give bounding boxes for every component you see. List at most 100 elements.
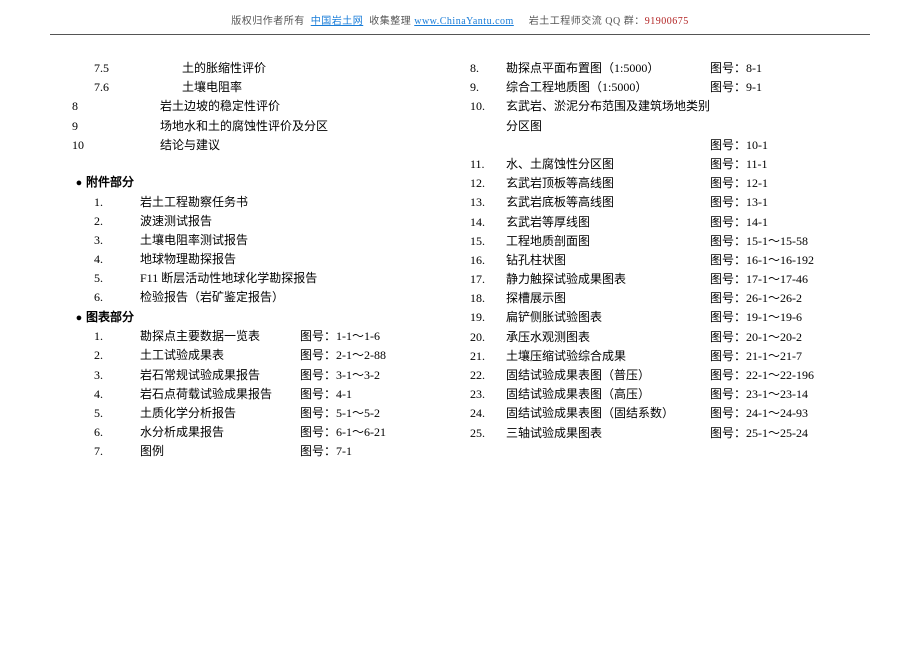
item-title: 固结试验成果表图（普压） bbox=[506, 366, 710, 385]
item-number: 18. bbox=[470, 289, 506, 308]
item-title: 图例 bbox=[140, 442, 300, 461]
item-number: 2. bbox=[72, 212, 140, 231]
figure-number: 图号：1-1～1-6 bbox=[300, 327, 450, 346]
item-title: 固结试验成果表图（固结系数） bbox=[506, 404, 710, 423]
list-item: 1.勘探点主要数据一览表图号：1-1～1-6 bbox=[72, 327, 450, 346]
list-item: 24.固结试验成果表图（固结系数）图号：24-1～24-93 bbox=[470, 404, 860, 423]
item-number: 9. bbox=[470, 78, 506, 97]
figure-number: 图号：4-1 bbox=[300, 385, 450, 404]
item-number: 22. bbox=[470, 366, 506, 385]
charts-list-right: 8.勘探点平面布置图（1:5000）图号：8-19.综合工程地质图（1:5000… bbox=[470, 59, 860, 443]
item-number: 10 bbox=[72, 136, 160, 155]
item-number: 21. bbox=[470, 347, 506, 366]
site-url-link[interactable]: www.ChinaYantu.com bbox=[414, 16, 514, 27]
list-item: 25.三轴试验成果图表图号：25-1～25-24 bbox=[470, 424, 860, 443]
list-item: 4.岩石点荷载试验成果报告图号：4-1 bbox=[72, 385, 450, 404]
figure-number: 图号：8-1 bbox=[710, 59, 860, 78]
list-item: 6.水分析成果报告图号：6-1～6-21 bbox=[72, 423, 450, 442]
list-item: 1.岩土工程勘察任务书 bbox=[72, 193, 450, 212]
item-number: 1. bbox=[72, 193, 140, 212]
figure-number: 图号：2-1～2-88 bbox=[300, 346, 450, 365]
left-column: 7.5土的胀缩性评价7.6土壤电阻率8岩土边坡的稳定性评价9场地水和土的腐蚀性评… bbox=[50, 59, 460, 462]
item-title: 玄武岩底板等高线图 bbox=[506, 193, 710, 212]
item-number: 5. bbox=[72, 269, 140, 288]
charts-heading-row: ● 图表部分 bbox=[72, 308, 450, 328]
item-number: 7. bbox=[72, 442, 140, 461]
item-title: F11 断层活动性地球化学勘探报告 bbox=[140, 269, 450, 288]
list-item: 16.钻孔柱状图图号：16-1～16-192 bbox=[470, 251, 860, 270]
document-page: 版权归作者所有 中国岩土网 收集整理 www.ChinaYantu.com 岩土… bbox=[0, 0, 920, 651]
figure-number: 图号：12-1 bbox=[710, 174, 860, 193]
item-number: 15. bbox=[470, 232, 506, 251]
list-item: 14.玄武岩等厚线图图号：14-1 bbox=[470, 213, 860, 232]
item-number: 12. bbox=[470, 174, 506, 193]
list-item: 9.综合工程地质图（1:5000）图号：9-1 bbox=[470, 78, 860, 97]
item-title: 检验报告（岩矿鉴定报告） bbox=[140, 288, 450, 307]
item-title: 玄武岩、淤泥分布范围及建筑场地类别分区图 bbox=[506, 97, 710, 135]
item-number: 23. bbox=[470, 385, 506, 404]
list-item: 20.承压水观测图表图号：20-1～20-2 bbox=[470, 328, 860, 347]
charts-list-left: 1.勘探点主要数据一览表图号：1-1～1-62.土工试验成果表图号：2-1～2-… bbox=[72, 327, 450, 461]
item-title: 地球物理勘探报告 bbox=[140, 250, 450, 269]
attachments-heading: 附件部分 bbox=[86, 173, 134, 192]
figure-number: 图号：3-1～3-2 bbox=[300, 366, 450, 385]
item-title: 勘探点主要数据一览表 bbox=[140, 327, 300, 346]
item-number: 1. bbox=[72, 327, 140, 346]
list-item: 2.土工试验成果表图号：2-1～2-88 bbox=[72, 346, 450, 365]
list-item: 6.检验报告（岩矿鉴定报告） bbox=[72, 288, 450, 307]
item-title: 三轴试验成果图表 bbox=[506, 424, 710, 443]
list-item: 图号：10-1 bbox=[470, 136, 860, 155]
item-number: 3. bbox=[72, 366, 140, 385]
list-item: 13.玄武岩底板等高线图图号：13-1 bbox=[470, 193, 860, 212]
list-item: 17.静力触探试验成果图表图号：17-1～17-46 bbox=[470, 270, 860, 289]
item-number: 4. bbox=[72, 250, 140, 269]
list-item: 2.波速测试报告 bbox=[72, 212, 450, 231]
list-item: 19.扁铲侧胀试验图表图号：19-1～19-6 bbox=[470, 308, 860, 327]
initial-outline-block: 7.5土的胀缩性评价7.6土壤电阻率8岩土边坡的稳定性评价9场地水和土的腐蚀性评… bbox=[72, 59, 450, 155]
item-number: 24. bbox=[470, 404, 506, 423]
list-item: 8岩土边坡的稳定性评价 bbox=[72, 97, 450, 116]
item-title: 土壤压缩试验综合成果 bbox=[506, 347, 710, 366]
figure-number: 图号：15-1～15-58 bbox=[710, 232, 860, 251]
item-title: 岩石常规试验成果报告 bbox=[140, 366, 300, 385]
qq-group-number: 91900675 bbox=[645, 16, 689, 27]
figure-number: 图号：21-1～21-7 bbox=[710, 347, 860, 366]
charts-heading: 图表部分 bbox=[86, 308, 134, 327]
attachments-heading-row: ● 附件部分 bbox=[72, 173, 450, 193]
item-title: 结论与建议 bbox=[160, 136, 450, 155]
figure-number: 图号：24-1～24-93 bbox=[710, 404, 860, 423]
qq-group-prefix: 岩土工程师交流 QQ 群： bbox=[529, 16, 645, 27]
figure-number: 图号：14-1 bbox=[710, 213, 860, 232]
copyright-text: 版权归作者所有 bbox=[231, 16, 305, 27]
list-item: 8.勘探点平面布置图（1:5000）图号：8-1 bbox=[470, 59, 860, 78]
figure-number: 图号：5-1～5-2 bbox=[300, 404, 450, 423]
item-number: 14. bbox=[470, 213, 506, 232]
item-title: 钻孔柱状图 bbox=[506, 251, 710, 270]
list-item: 5.F11 断层活动性地球化学勘探报告 bbox=[72, 269, 450, 288]
list-item: 9场地水和土的腐蚀性评价及分区 bbox=[72, 117, 450, 136]
item-title: 土壤电阻率 bbox=[182, 78, 450, 97]
list-item: 3.土壤电阻率测试报告 bbox=[72, 231, 450, 250]
attachments-list: 1.岩土工程勘察任务书2.波速测试报告3.土壤电阻率测试报告4.地球物理勘探报告… bbox=[72, 193, 450, 308]
list-item: 10结论与建议 bbox=[72, 136, 450, 155]
figure-number: 图号：16-1～16-192 bbox=[710, 251, 860, 270]
item-title: 扁铲侧胀试验图表 bbox=[506, 308, 710, 327]
list-item: 10.玄武岩、淤泥分布范围及建筑场地类别分区图 bbox=[470, 97, 860, 135]
item-number: 16. bbox=[470, 251, 506, 270]
item-number: 5. bbox=[72, 404, 140, 423]
item-title: 玄武岩等厚线图 bbox=[506, 213, 710, 232]
item-number: 7.5 bbox=[72, 59, 182, 78]
site-name-link[interactable]: 中国岩土网 bbox=[311, 16, 364, 27]
item-title: 土工试验成果表 bbox=[140, 346, 300, 365]
item-number: 19. bbox=[470, 308, 506, 327]
item-number: 17. bbox=[470, 270, 506, 289]
item-number: 2. bbox=[72, 346, 140, 365]
item-title: 土质化学分析报告 bbox=[140, 404, 300, 423]
item-number: 11. bbox=[470, 155, 506, 174]
bullet-icon: ● bbox=[72, 310, 86, 328]
list-item: 7.5土的胀缩性评价 bbox=[72, 59, 450, 78]
item-number: 4. bbox=[72, 385, 140, 404]
figure-number: 图号：23-1～23-14 bbox=[710, 385, 860, 404]
figure-number: 图号：20-1～20-2 bbox=[710, 328, 860, 347]
item-number: 6. bbox=[72, 288, 140, 307]
